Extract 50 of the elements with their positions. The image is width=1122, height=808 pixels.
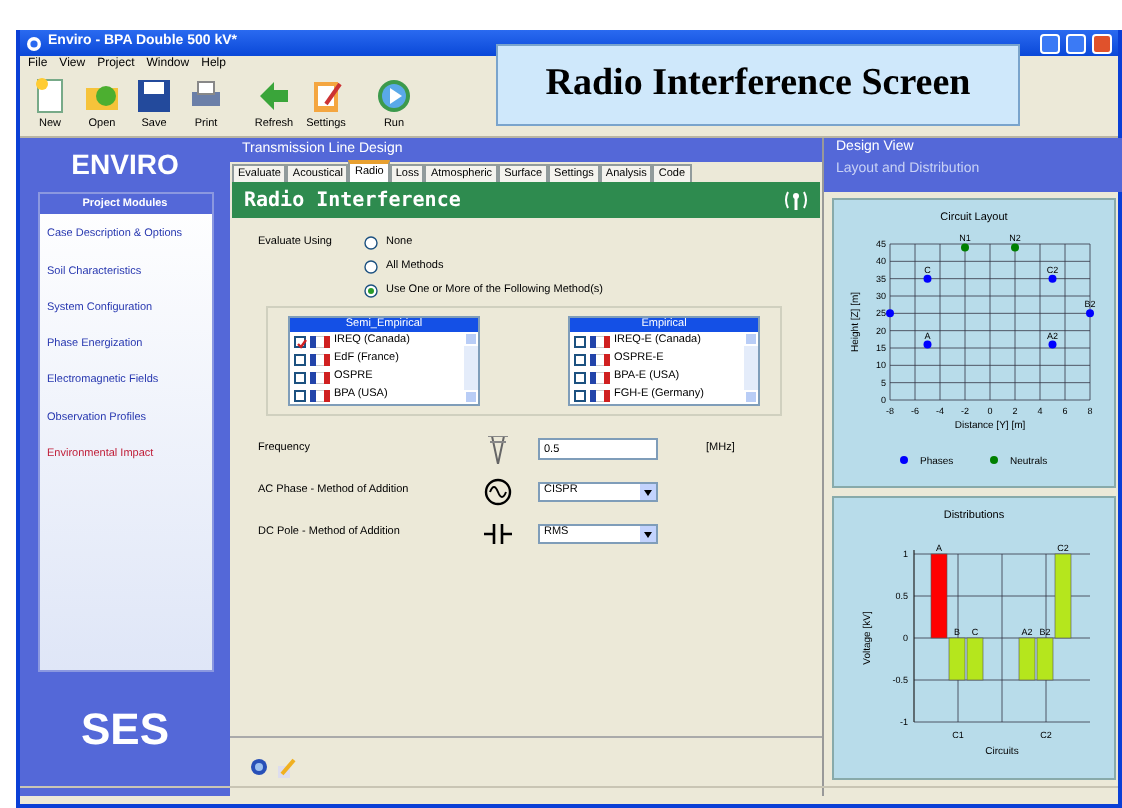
checkbox[interactable] — [574, 353, 586, 365]
legend-marker — [990, 456, 998, 464]
tower-icon — [484, 435, 512, 463]
checkbox[interactable] — [294, 389, 306, 401]
flag-icon — [310, 353, 330, 365]
caret-icon — [640, 525, 656, 541]
flag-icon — [590, 335, 610, 347]
caption-banner: Radio Interference Screen — [496, 44, 1020, 126]
edit-icon — [276, 757, 296, 777]
flag-icon — [310, 335, 330, 347]
data-point — [923, 340, 932, 349]
scrollbar[interactable] — [464, 332, 478, 404]
data-point — [886, 309, 894, 318]
antenna-icon — [784, 188, 808, 212]
data-point — [1086, 309, 1094, 318]
bar — [1018, 637, 1036, 681]
flag-icon — [590, 371, 610, 383]
checkbox[interactable] — [574, 335, 586, 347]
data-point — [923, 274, 932, 283]
data-point — [1011, 243, 1019, 252]
checkbox[interactable] — [294, 371, 306, 383]
logo-text: ENVIRO — [71, 146, 179, 184]
data-point — [1048, 274, 1057, 283]
data-point — [1048, 340, 1057, 349]
app-icon — [26, 35, 42, 51]
flag-icon — [590, 353, 610, 365]
legend-marker — [900, 456, 908, 464]
data-point — [961, 243, 969, 252]
flag-icon — [310, 389, 330, 401]
logo-text: SES — [80, 702, 170, 758]
maximize-button[interactable] — [1066, 33, 1086, 53]
checkbox[interactable] — [574, 389, 586, 401]
capacitor-icon — [484, 519, 512, 547]
play-icon — [374, 76, 414, 117]
minimize-button[interactable] — [1040, 33, 1060, 53]
checkbox[interactable] — [574, 371, 586, 383]
radio-button[interactable] — [364, 283, 378, 297]
sine-wave-icon — [484, 477, 512, 505]
bar — [966, 637, 984, 681]
scrollbar[interactable] — [744, 332, 758, 404]
checkbox[interactable] — [294, 353, 306, 365]
checkbox[interactable] — [294, 335, 306, 347]
radio-button[interactable] — [364, 259, 378, 273]
banner-title: Radio Interference — [244, 187, 461, 215]
radio-button[interactable] — [364, 235, 378, 249]
floppy-icon — [134, 76, 174, 117]
flag-icon — [590, 389, 610, 401]
flag-icon — [310, 371, 330, 383]
caret-icon — [640, 483, 656, 499]
close-button[interactable] — [1092, 33, 1112, 53]
